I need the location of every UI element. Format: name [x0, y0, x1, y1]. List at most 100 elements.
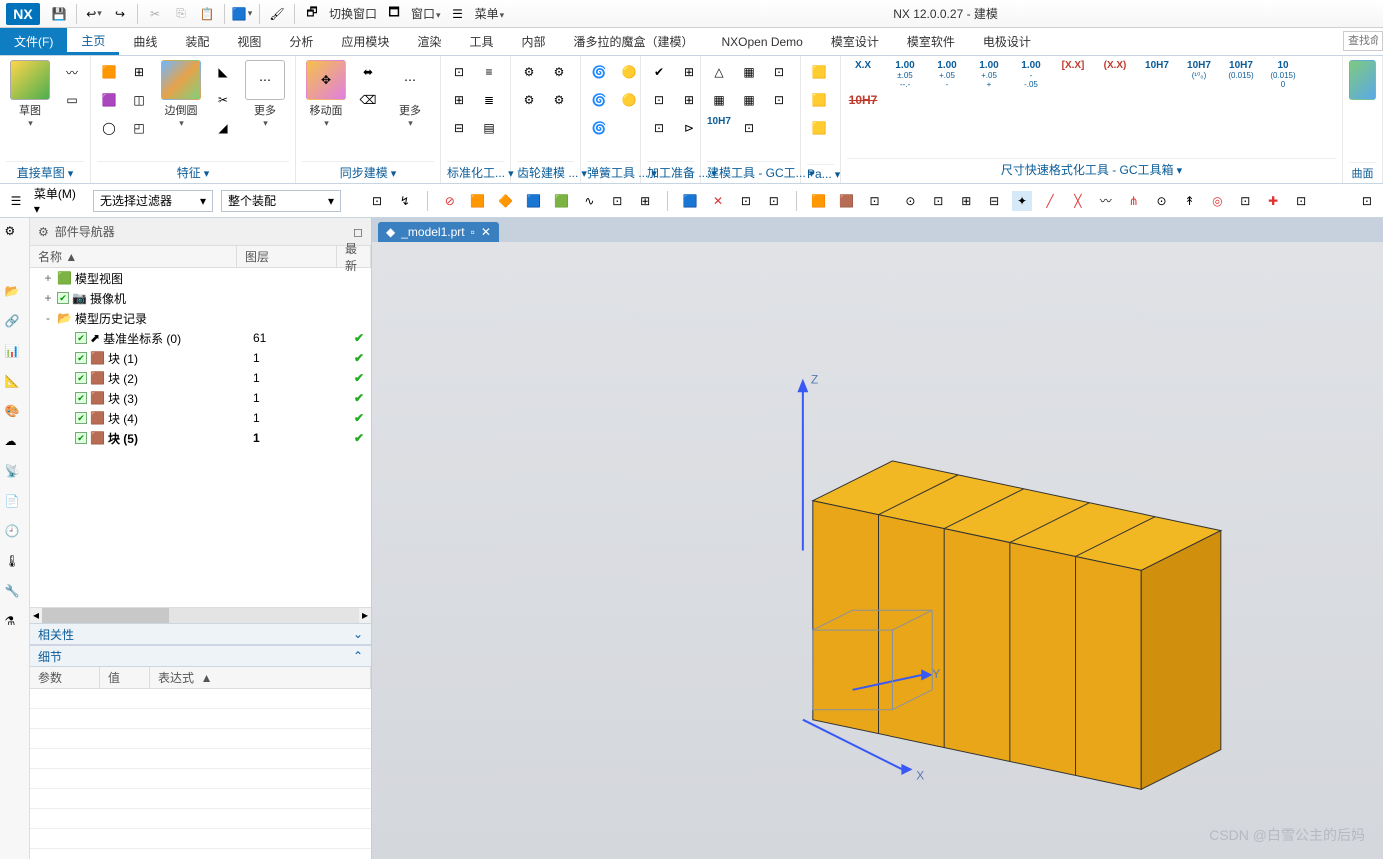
tool-icon[interactable]: ▦: [707, 88, 731, 112]
col-expr[interactable]: 表达式 ▲: [150, 667, 371, 688]
box-icon[interactable]: 🟦▾: [231, 3, 253, 25]
sel-icon[interactable]: 🟫: [837, 191, 857, 211]
related-section[interactable]: 相关性⌄: [30, 623, 371, 645]
menu-tab-0[interactable]: 主页: [67, 28, 119, 55]
shell-icon[interactable]: ◰: [127, 116, 151, 140]
revolve-icon[interactable]: 🟪: [97, 88, 121, 112]
tree-row[interactable]: +🟩模型视图: [30, 268, 371, 288]
nav-icon[interactable]: 🔧: [5, 584, 25, 604]
spring-icon[interactable]: 🌀: [587, 60, 611, 84]
window-icon[interactable]: 🗖: [383, 3, 405, 25]
sel-icon[interactable]: ⊡: [736, 191, 756, 211]
tree-row[interactable]: ✔🟫块 (4)1✔: [30, 408, 371, 428]
tree-row[interactable]: ✔🟫块 (1)1✔: [30, 348, 371, 368]
checkbox[interactable]: ✔: [75, 352, 87, 364]
navigator-tree[interactable]: +🟩模型视图+✔📷摄像机-📂模型历史记录 ✔⬈基准坐标系 (0)61✔ ✔🟫块 …: [30, 268, 371, 607]
nav-icon[interactable]: ☁: [5, 434, 25, 454]
details-section[interactable]: 细节⌃: [30, 645, 371, 667]
tree-row[interactable]: ✔⬈基准坐标系 (0)61✔: [30, 328, 371, 348]
menu-tab-11[interactable]: 模室设计: [817, 28, 893, 55]
search-input[interactable]: [1343, 31, 1383, 51]
tree-row[interactable]: ✔🟫块 (3)1✔: [30, 388, 371, 408]
nav-icon[interactable]: 🎨: [5, 404, 25, 424]
spring-icon[interactable]: 🌀: [587, 116, 611, 140]
checkbox[interactable]: ✔: [75, 332, 87, 344]
tree-row[interactable]: ✔🟫块 (5)1✔: [30, 428, 371, 448]
col-latest[interactable]: 最新: [337, 246, 371, 267]
spring-icon[interactable]: 🟡: [617, 88, 641, 112]
dim-format-button[interactable]: 1.00+.05+: [973, 60, 1005, 89]
nav-icon[interactable]: 📂: [5, 284, 25, 304]
snap-icon[interactable]: ⊙: [1152, 191, 1172, 211]
sel-icon[interactable]: 🟧: [468, 191, 488, 211]
history-icon[interactable]: 🕘: [5, 524, 25, 544]
paste-icon[interactable]: 📋: [196, 3, 218, 25]
tab-close-icon[interactable]: ✕: [481, 225, 491, 239]
nav-icon[interactable]: 🌡: [5, 554, 25, 574]
gear-icon[interactable]: ⚙: [517, 88, 541, 112]
trim-icon[interactable]: ✂: [211, 88, 235, 112]
snap-icon[interactable]: ✚: [1263, 191, 1283, 211]
dim-format-button[interactable]: 1.00±.05--.-: [889, 60, 921, 89]
dim-format-button[interactable]: 10H7(¹⁰₀): [1183, 60, 1215, 80]
tool-icon[interactable]: ▦: [737, 60, 761, 84]
spring-icon[interactable]: 🟡: [617, 60, 641, 84]
pattern-icon[interactable]: ⊞: [127, 60, 151, 84]
mfg-icon[interactable]: ✔: [647, 60, 671, 84]
dim-format-button[interactable]: 1.00--.05: [1015, 60, 1047, 89]
sel-icon[interactable]: 🟩: [551, 191, 571, 211]
std-icon[interactable]: ⊞: [447, 88, 471, 112]
menu-tab-6[interactable]: 渲染: [403, 28, 455, 55]
mfg-icon[interactable]: ⊞: [677, 60, 701, 84]
menu-tab-8[interactable]: 内部: [507, 28, 559, 55]
cut-icon[interactable]: ✂: [144, 3, 166, 25]
sel-icon[interactable]: 🟦: [524, 191, 544, 211]
tab-restore-icon[interactable]: ▫: [471, 225, 475, 239]
col-name[interactable]: 名称 ▲: [30, 246, 237, 267]
dim-format-button[interactable]: 10H7: [1141, 60, 1173, 71]
tool-icon[interactable]: ⊡: [767, 88, 791, 112]
sel-icon[interactable]: ⊡: [865, 191, 885, 211]
sel-icon[interactable]: 🟦: [680, 191, 700, 211]
expander-icon[interactable]: [60, 351, 72, 365]
sel-icon[interactable]: ⊡: [607, 191, 627, 211]
snap-icon[interactable]: ⋔: [1124, 191, 1144, 211]
sel-icon[interactable]: ⊡: [1357, 191, 1377, 211]
snap-icon[interactable]: ⊡: [928, 191, 948, 211]
std-icon[interactable]: ≣: [477, 88, 501, 112]
menu-tab-9[interactable]: 潘多拉的魔盒（建模）: [559, 28, 707, 55]
move-face-button[interactable]: ✥ 移动面 ▾: [302, 60, 350, 129]
snap-icon[interactable]: ⊟: [984, 191, 1004, 211]
expander-icon[interactable]: [60, 331, 72, 345]
chamfer-icon[interactable]: ◣: [211, 60, 235, 84]
save-icon[interactable]: 💾: [48, 3, 70, 25]
tree-row[interactable]: -📂模型历史记录: [30, 308, 371, 328]
checkbox[interactable]: ✔: [75, 412, 87, 424]
filter-combo[interactable]: 无选择过滤器▾: [93, 190, 213, 212]
expander-icon[interactable]: [60, 391, 72, 405]
no-entry-icon[interactable]: ⊘: [440, 191, 460, 211]
expander-icon[interactable]: [60, 411, 72, 425]
dock-icon[interactable]: ◻: [353, 225, 363, 239]
checkbox[interactable]: ✔: [75, 432, 87, 444]
nav-icon[interactable]: 🔗: [5, 314, 25, 334]
tool-icon[interactable]: △: [707, 60, 731, 84]
dim-format-button[interactable]: (X.X): [1099, 60, 1131, 71]
sel-icon[interactable]: ⊡: [764, 191, 784, 211]
brush-icon[interactable]: 🖌: [266, 3, 288, 25]
sel-icon[interactable]: 🔶: [496, 191, 516, 211]
sel-icon[interactable]: ⊡: [367, 191, 387, 211]
nav-icon[interactable]: 📐: [5, 374, 25, 394]
delete-face-icon[interactable]: ⌫: [356, 88, 380, 112]
menu-icon[interactable]: ☰: [6, 191, 26, 211]
h-scrollbar[interactable]: ◂ ▸: [30, 607, 371, 623]
menu-tab-3[interactable]: 视图: [223, 28, 275, 55]
std-icon[interactable]: ⊡: [447, 60, 471, 84]
col-param[interactable]: 参数: [30, 667, 100, 688]
checkbox[interactable]: ✔: [57, 292, 69, 304]
draft-icon[interactable]: ◢: [211, 116, 235, 140]
switch-window-label[interactable]: 切换窗口: [329, 5, 377, 22]
dim-format-button[interactable]: [X.X]: [1057, 60, 1089, 71]
dim-format-button[interactable]: 1.00+.05-: [931, 60, 963, 89]
sketch-button[interactable]: 草图 ▾: [6, 60, 54, 129]
